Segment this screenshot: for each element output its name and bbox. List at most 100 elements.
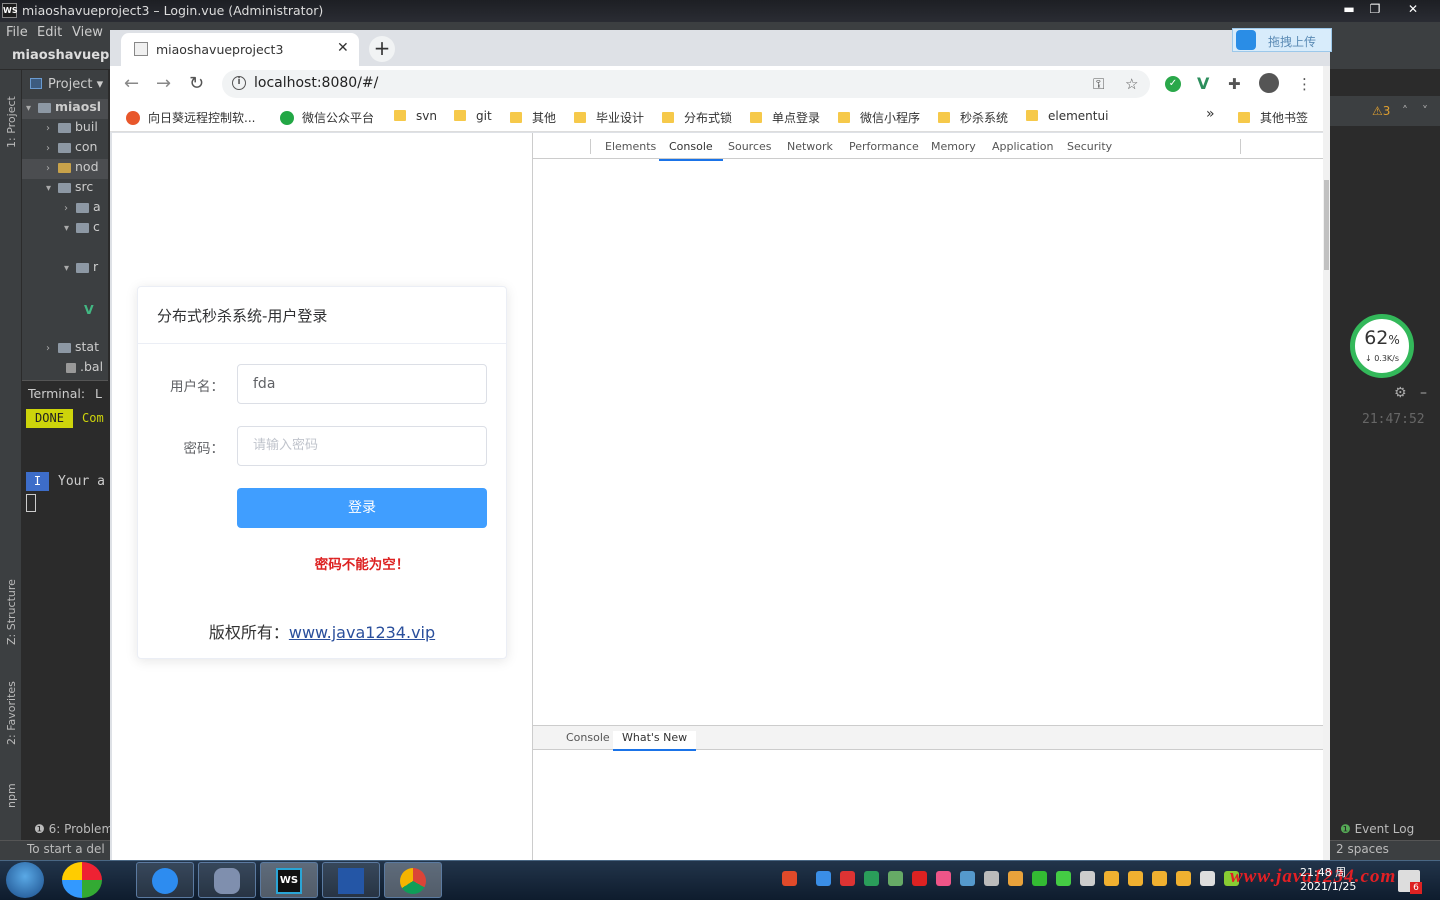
- devtools-tab-sources[interactable]: Sources: [728, 140, 772, 153]
- tray-sogou-icon[interactable]: [782, 871, 797, 886]
- clock-date[interactable]: 2021/1/25: [1300, 880, 1356, 893]
- bookmark-folder[interactable]: 毕业设计: [574, 109, 644, 126]
- menu-edit[interactable]: Edit: [37, 25, 62, 40]
- devtools-tab-console[interactable]: Console: [659, 140, 723, 161]
- start-button-icon[interactable]: [6, 862, 44, 898]
- more-bookmarks-button[interactable]: »: [1206, 106, 1215, 122]
- minimize-panel-icon[interactable]: –: [1420, 385, 1427, 401]
- tree-item[interactable]: › a: [22, 199, 108, 219]
- favorites-tool-button[interactable]: 2: Favorites: [5, 681, 18, 745]
- devtools-tab-application[interactable]: Application: [992, 140, 1053, 153]
- bookmark-folder[interactable]: git: [454, 109, 492, 123]
- bookmark-folder[interactable]: svn: [394, 109, 437, 123]
- tree-item[interactable]: › stat: [22, 339, 108, 359]
- ide-project-name[interactable]: miaoshavuepro: [12, 48, 125, 63]
- bookmark-folder[interactable]: 分布式锁: [662, 109, 732, 126]
- devtools-tab-elements[interactable]: Elements: [605, 140, 656, 153]
- taskbar-app-browser-icon[interactable]: [136, 862, 194, 898]
- terminal-tab[interactable]: L: [95, 386, 102, 401]
- tree-item[interactable]: › buil: [22, 119, 108, 139]
- bookmark-folder[interactable]: 单点登录: [750, 109, 820, 126]
- bookmark-folder[interactable]: 微信小程序: [838, 109, 920, 126]
- scrollbar-thumb[interactable]: [1324, 180, 1329, 270]
- extension-check-icon[interactable]: ✓: [1165, 76, 1181, 92]
- tray-shield-icon[interactable]: [864, 871, 879, 886]
- tree-item[interactable]: ▾ src: [22, 179, 108, 199]
- volume-icon[interactable]: [1200, 871, 1215, 886]
- taskbar-app-dolphin-icon[interactable]: [198, 862, 256, 898]
- star-bookmark-icon[interactable]: ☆: [1125, 75, 1138, 93]
- tree-item[interactable]: ▾ r: [22, 259, 108, 279]
- gear-icon[interactable]: ⚙: [1394, 385, 1407, 401]
- bookmark-item[interactable]: 向日葵远程控制软...: [126, 109, 255, 126]
- tray-flower-icon[interactable]: [936, 871, 951, 886]
- taskbar-app-chrome-icon[interactable]: [384, 862, 442, 898]
- copyright-link[interactable]: www.java1234.vip: [289, 623, 435, 642]
- close-tab-icon[interactable]: ✕: [337, 40, 349, 56]
- menu-view[interactable]: View: [72, 25, 103, 40]
- chevron-down-icon[interactable]: ˅: [1422, 104, 1428, 118]
- app-launcher-icon[interactable]: [62, 862, 102, 898]
- reload-icon[interactable]: ↻: [189, 73, 204, 94]
- tree-item[interactable]: .bal: [22, 359, 108, 379]
- npm-tool-button[interactable]: npm: [5, 783, 18, 808]
- network-speed-widget[interactable]: 62% ↓ 0.3K/s: [1350, 314, 1414, 378]
- devtools-tab-security[interactable]: Security: [1067, 140, 1112, 153]
- tray-qq-icon[interactable]: [1176, 871, 1191, 886]
- devtools-tab-memory[interactable]: Memory: [931, 140, 976, 153]
- tray-window-icon[interactable]: [984, 871, 999, 886]
- devtools-tab-performance[interactable]: Performance: [849, 140, 919, 153]
- extensions-puzzle-icon[interactable]: ✚: [1228, 75, 1241, 93]
- drawer-tab-whats-new[interactable]: What's New: [613, 731, 697, 751]
- project-panel-header[interactable]: Project ▾: [30, 77, 103, 92]
- other-bookmarks-folder[interactable]: 其他书签: [1238, 109, 1308, 126]
- tray-sun-icon[interactable]: [1008, 871, 1023, 886]
- maximize-icon[interactable]: ❐: [1362, 0, 1388, 18]
- minimize-icon[interactable]: ▬: [1336, 0, 1362, 18]
- bookmark-folder[interactable]: elementui: [1026, 109, 1108, 123]
- structure-tool-button[interactable]: Z: Structure: [5, 579, 18, 645]
- site-info-icon[interactable]: i: [232, 76, 246, 90]
- drawer-tab-console[interactable]: Console: [566, 731, 610, 744]
- back-arrow-icon[interactable]: ←: [124, 73, 139, 94]
- tray-gear-icon[interactable]: [1080, 871, 1095, 886]
- tray-wechat-icon[interactable]: [1032, 871, 1047, 886]
- warning-indicator[interactable]: ⚠3: [1372, 104, 1390, 118]
- new-tab-icon[interactable]: +: [369, 36, 395, 62]
- bookmark-folder[interactable]: 秒杀系统: [938, 109, 1008, 126]
- event-log-button[interactable]: ❶ Event Log: [1340, 822, 1414, 836]
- project-tool-button[interactable]: 1: Project: [5, 96, 18, 148]
- chevron-up-icon[interactable]: ˄: [1402, 104, 1408, 118]
- login-button[interactable]: 登录: [237, 488, 487, 528]
- tray-chat-icon[interactable]: [1056, 871, 1071, 886]
- tree-item[interactable]: › nod: [22, 159, 108, 179]
- password-input[interactable]: 请输入密码: [237, 426, 487, 466]
- taskbar-app-mindmaster-icon[interactable]: [322, 862, 380, 898]
- menu-file[interactable]: File: [6, 25, 28, 40]
- tray-box-icon[interactable]: [816, 871, 831, 886]
- taskbar-app-webstorm-icon[interactable]: WS: [260, 862, 318, 898]
- tree-item[interactable]: ▾ miaosl: [22, 99, 108, 119]
- tray-nvidia-icon[interactable]: [888, 871, 903, 886]
- tray-qq-icon[interactable]: [1128, 871, 1143, 886]
- tray-s-icon[interactable]: [912, 871, 927, 886]
- url-text[interactable]: localhost:8080/#/: [254, 75, 378, 91]
- tray-app-icon[interactable]: [840, 871, 855, 886]
- tree-item[interactable]: › con: [22, 139, 108, 159]
- devtools-tab-network[interactable]: Network: [787, 140, 833, 153]
- bookmark-folder[interactable]: 其他: [510, 109, 556, 126]
- tray-qq-icon[interactable]: [1152, 871, 1167, 886]
- username-input[interactable]: fda: [237, 364, 487, 404]
- key-icon[interactable]: ⚿: [1093, 75, 1104, 93]
- forward-arrow-icon[interactable]: →: [156, 73, 171, 94]
- profile-avatar-icon[interactable]: [1259, 73, 1279, 93]
- clock-time[interactable]: 21:48 周: [1300, 864, 1346, 880]
- close-window-icon[interactable]: ✕: [1400, 0, 1426, 18]
- indent-indicator[interactable]: 2 spaces: [1336, 842, 1389, 856]
- tray-qq-icon[interactable]: [1104, 871, 1119, 886]
- tray-network-icon[interactable]: [960, 871, 975, 886]
- problems-tool-button[interactable]: ❶ 6: Problem: [34, 822, 113, 836]
- more-menu-icon[interactable]: ⋮: [1297, 75, 1312, 93]
- tree-item[interactable]: ▾ c: [22, 219, 108, 239]
- bookmark-item[interactable]: 微信公众平台: [280, 109, 374, 126]
